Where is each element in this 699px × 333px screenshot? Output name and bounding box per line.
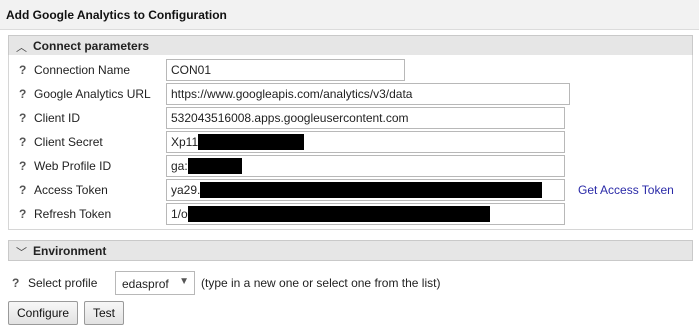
test-button[interactable]: Test xyxy=(84,301,125,325)
row-select-profile: ? Select profile edasprof ▼ (type in a n… xyxy=(0,271,699,295)
access-token-input[interactable]: ya29. xyxy=(166,179,565,201)
section-title-environment: Environment xyxy=(33,244,107,258)
section-header-environment[interactable]: ﹀ Environment xyxy=(8,240,693,261)
row-client-id: ? Client ID 532043516008.apps.googleuser… xyxy=(0,107,699,129)
connection-name-input[interactable]: CON01 xyxy=(166,59,405,81)
row-access-token: ? Access Token ya29. Get Access Token xyxy=(0,179,699,201)
dropdown-arrow-icon[interactable]: ▼ xyxy=(179,276,189,287)
select-profile-label: Select profile xyxy=(28,276,98,290)
help-icon[interactable]: ? xyxy=(19,207,26,221)
profile-select[interactable]: edasprof ▼ xyxy=(115,271,195,295)
redaction-bar xyxy=(187,206,490,222)
dialog-title: Add Google Analytics to Configuration xyxy=(6,8,227,22)
redaction-bar xyxy=(200,182,543,198)
redaction-bar xyxy=(187,158,242,174)
refresh-token-input[interactable]: 1/o xyxy=(166,203,565,225)
section-title-connect: Connect parameters xyxy=(33,39,150,53)
help-icon[interactable]: ? xyxy=(19,63,26,77)
chevron-up-icon[interactable]: ︿ xyxy=(16,39,27,55)
row-refresh-token: ? Refresh Token 1/o xyxy=(0,203,699,225)
connection-name-label: Connection Name xyxy=(34,63,131,77)
profile-select-value: edasprof xyxy=(122,277,169,291)
help-icon[interactable]: ? xyxy=(19,183,26,197)
help-icon[interactable]: ? xyxy=(19,135,26,149)
help-icon[interactable]: ? xyxy=(19,111,26,125)
access-token-value: ya29. xyxy=(171,183,201,197)
row-client-secret: ? Client Secret Xp11 xyxy=(0,131,699,153)
client-id-input[interactable]: 532043516008.apps.googleusercontent.com xyxy=(166,107,565,129)
help-icon[interactable]: ? xyxy=(12,276,19,290)
help-icon[interactable]: ? xyxy=(19,87,26,101)
select-profile-hint: (type in a new one or select one from th… xyxy=(201,276,441,290)
row-connection-name: ? Connection Name CON01 xyxy=(0,59,699,81)
web-profile-id-label: Web Profile ID xyxy=(34,159,112,173)
ga-url-label: Google Analytics URL xyxy=(34,87,151,101)
help-icon[interactable]: ? xyxy=(19,159,26,173)
row-web-profile-id: ? Web Profile ID ga: xyxy=(0,155,699,177)
dialog-title-bar: Add Google Analytics to Configuration xyxy=(0,0,699,30)
web-profile-id-input[interactable]: ga: xyxy=(166,155,565,177)
get-access-token-link[interactable]: Get Access Token xyxy=(578,183,674,197)
access-token-label: Access Token xyxy=(34,183,108,197)
chevron-down-icon[interactable]: ﹀ xyxy=(16,244,27,260)
web-profile-id-value: ga: xyxy=(171,159,188,173)
client-secret-value: Xp11 xyxy=(171,135,199,149)
client-secret-input[interactable]: Xp11 xyxy=(166,131,565,153)
row-ga-url: ? Google Analytics URL https://www.googl… xyxy=(0,83,699,105)
configure-button[interactable]: Configure xyxy=(8,301,79,325)
ga-url-input[interactable]: https://www.googleapis.com/analytics/v3/… xyxy=(166,83,570,105)
client-secret-label: Client Secret xyxy=(34,135,103,149)
refresh-token-value: 1/o xyxy=(171,207,188,221)
refresh-token-label: Refresh Token xyxy=(34,207,112,221)
redaction-bar xyxy=(198,134,305,150)
client-id-label: Client ID xyxy=(34,111,81,125)
section-header-connect[interactable]: ︿ Connect parameters xyxy=(8,35,693,56)
